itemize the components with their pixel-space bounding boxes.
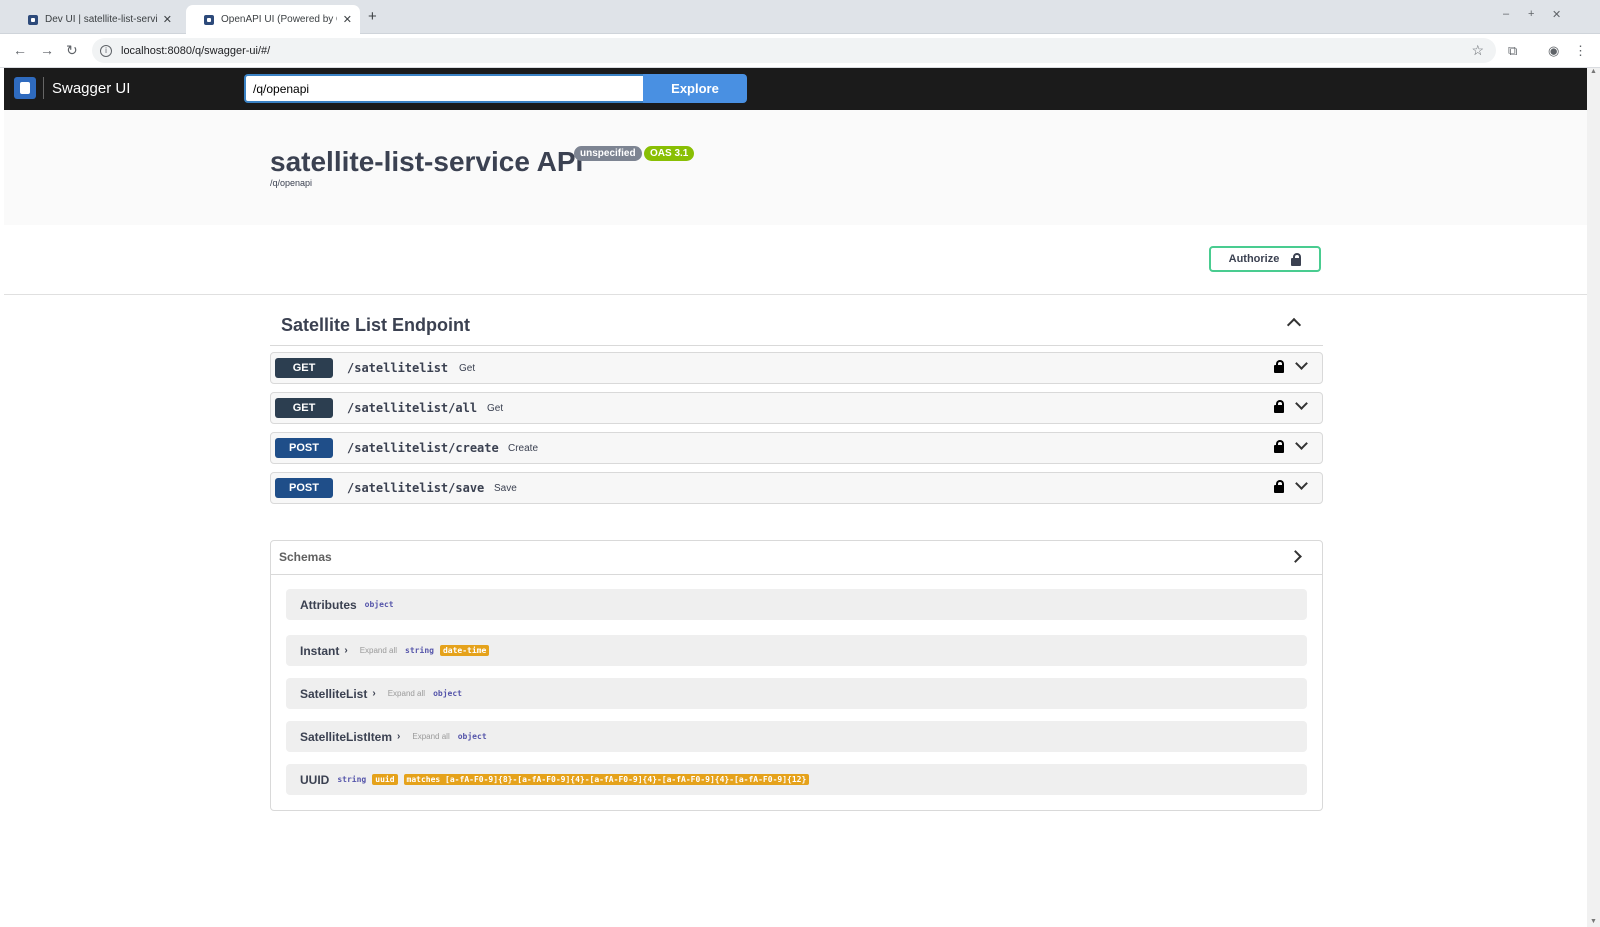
lock-icon: [1291, 252, 1302, 266]
method-badge: POST: [275, 438, 333, 458]
model-type: object: [433, 689, 462, 698]
method-badge: POST: [275, 478, 333, 498]
menu-icon[interactable]: ⋮: [1574, 43, 1587, 59]
authorize-label: Authorize: [1228, 253, 1280, 265]
tab-title: Dev UI | satellite-list-service: [45, 14, 157, 25]
operation-path: /satellitelist/all: [347, 401, 478, 415]
lock-icon[interactable]: [1274, 480, 1284, 493]
model-name: UUID: [300, 772, 330, 787]
spec-url-input[interactable]: [244, 74, 644, 103]
scroll-down-icon[interactable]: ▼: [1590, 918, 1597, 925]
quarkus-favicon-icon: [204, 14, 214, 25]
chevron-down-icon[interactable]: [1295, 397, 1308, 410]
schemas-header[interactable]: Schemas: [271, 541, 1322, 575]
minimize-icon[interactable]: –: [1503, 8, 1509, 20]
api-info: satellite-list-service API unspecified O…: [4, 110, 1587, 225]
operation-row[interactable]: GET /satellitelist Get: [270, 352, 1323, 384]
address-bar[interactable]: i localhost:8080/q/swagger-ui/#/ ☆: [92, 38, 1496, 63]
lock-icon[interactable]: [1274, 400, 1284, 413]
reload-icon[interactable]: ↻: [66, 42, 78, 59]
chevron-down-icon[interactable]: [1295, 477, 1308, 490]
tab-title: OpenAPI UI (Powered by Qu: [221, 14, 337, 25]
tab-search-icon[interactable]: ⧉: [1508, 43, 1517, 59]
operation-summary: Get: [487, 403, 504, 414]
swagger-topbar: Swagger UI Explore: [4, 68, 1587, 110]
browser-tab-devui[interactable]: Dev UI | satellite-list-service ✕: [10, 5, 180, 34]
operation-path: /satellitelist/save: [347, 481, 485, 495]
close-tab-icon[interactable]: ✕: [343, 13, 352, 26]
schemas-section: Schemas Attributes object Instant › Expa…: [270, 540, 1323, 811]
operation-summary: Get: [459, 363, 476, 374]
operation-path: /satellitelist/create: [347, 441, 499, 455]
operation-path: /satellitelist: [347, 361, 449, 375]
schema-model[interactable]: SatelliteList › Expand all object: [286, 678, 1307, 709]
oas-version-badge: OAS 3.1: [644, 146, 695, 161]
operation-row[interactable]: POST /satellitelist/save Save: [270, 472, 1323, 504]
chevron-down-icon[interactable]: [1295, 437, 1308, 450]
expand-all-link[interactable]: Expand all: [388, 689, 425, 698]
scroll-up-icon[interactable]: ▲: [1590, 68, 1597, 75]
swagger-page: satellite-list-service API unspecified O…: [4, 110, 1587, 927]
operation-row[interactable]: GET /satellitelist/all Get: [270, 392, 1323, 424]
maximize-icon[interactable]: +: [1528, 8, 1534, 20]
schema-model[interactable]: Attributes object: [286, 589, 1307, 620]
model-name: SatelliteList: [300, 686, 368, 701]
back-arrow-icon[interactable]: ←: [13, 42, 27, 58]
model-name: Attributes: [300, 597, 357, 612]
expand-all-link[interactable]: Expand all: [412, 732, 449, 741]
forward-arrow-icon[interactable]: →: [40, 42, 54, 58]
expand-all-link[interactable]: Expand all: [360, 646, 397, 655]
chevron-right-icon[interactable]: ›: [372, 688, 375, 699]
method-badge: GET: [275, 398, 333, 418]
site-info-icon[interactable]: i: [100, 44, 112, 57]
browser-tab-bar: Dev UI | satellite-list-service ✕ OpenAP…: [0, 0, 1600, 34]
lock-icon[interactable]: [1274, 360, 1284, 373]
chevron-up-icon[interactable]: [1286, 317, 1302, 333]
tag-title: Satellite List Endpoint: [281, 315, 471, 335]
lock-icon[interactable]: [1274, 440, 1284, 453]
model-name: SatelliteListItem: [300, 729, 393, 744]
model-type: object: [364, 600, 394, 609]
model-pattern: matches [a-fA-F0-9]{8}-[a-fA-F0-9]{4}-[a…: [403, 774, 810, 785]
version-badge: unspecified: [574, 146, 642, 161]
schema-model[interactable]: UUID string uuid matches [a-fA-F0-9]{8}-…: [286, 764, 1307, 795]
model-type: object: [457, 732, 487, 741]
tag-section-header[interactable]: Satellite List Endpoint: [270, 310, 1323, 346]
chevron-down-icon[interactable]: [1295, 357, 1308, 370]
scrollbar[interactable]: ▲ ▼: [1587, 68, 1600, 927]
authorize-button[interactable]: Authorize: [1209, 246, 1321, 272]
swagger-logo-icon[interactable]: [14, 77, 36, 99]
schemas-title: Schemas: [279, 550, 332, 564]
auth-wrapper: Authorize: [4, 225, 1587, 295]
browser-tab-openapi[interactable]: OpenAPI UI (Powered by Qu ✕: [186, 5, 360, 34]
model-type: string: [405, 646, 434, 655]
profile-icon[interactable]: ◉: [1548, 43, 1559, 59]
model-name: Instant: [300, 643, 340, 658]
address-url: localhost:8080/q/swagger-ui/#/: [121, 44, 271, 57]
method-badge: GET: [275, 358, 333, 378]
schema-model[interactable]: SatelliteListItem › Expand all object: [286, 721, 1307, 752]
spec-link[interactable]: /q/openapi: [270, 178, 312, 188]
logo-divider: [43, 77, 44, 99]
chevron-right-icon[interactable]: ›: [344, 645, 347, 656]
operation-row[interactable]: POST /satellitelist/create Create: [270, 432, 1323, 464]
close-window-icon[interactable]: ✕: [1552, 8, 1561, 21]
new-tab-icon[interactable]: +: [368, 8, 377, 25]
brand-name: Swagger UI: [52, 80, 131, 97]
browser-toolbar: ← → ↻ i localhost:8080/q/swagger-ui/#/ ☆…: [0, 34, 1600, 68]
quarkus-favicon-icon: [28, 14, 38, 25]
explore-button[interactable]: Explore: [643, 74, 747, 103]
close-tab-icon[interactable]: ✕: [163, 13, 172, 26]
chevron-right-icon[interactable]: [1289, 550, 1302, 563]
model-format: date-time: [439, 645, 490, 656]
star-icon[interactable]: ☆: [1471, 42, 1484, 59]
schema-model[interactable]: Instant › Expand all string date-time: [286, 635, 1307, 666]
operation-summary: Save: [494, 483, 517, 494]
model-type: string: [337, 775, 367, 784]
model-format: uuid: [372, 774, 398, 785]
chevron-right-icon[interactable]: ›: [397, 731, 400, 742]
api-title: satellite-list-service API: [270, 146, 584, 177]
operation-summary: Create: [508, 443, 539, 454]
